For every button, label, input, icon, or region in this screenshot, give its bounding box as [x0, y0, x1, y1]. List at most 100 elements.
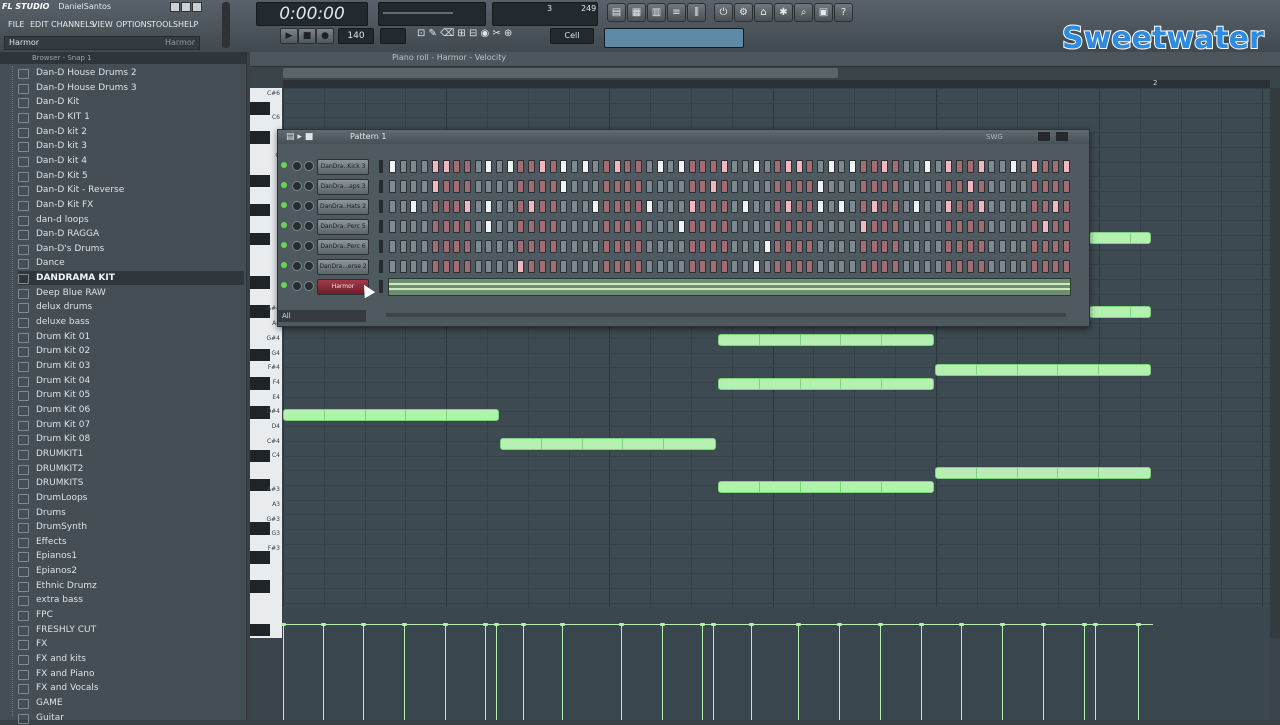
browser-item[interactable]: Drum Kit 08: [18, 432, 244, 446]
step-button[interactable]: [977, 240, 985, 253]
step-button[interactable]: [763, 240, 771, 253]
step-button[interactable]: [945, 180, 953, 193]
step-button[interactable]: [924, 160, 931, 173]
channel-knob[interactable]: [304, 161, 314, 171]
step-button[interactable]: [1052, 260, 1060, 273]
step-button[interactable]: [431, 240, 439, 253]
tool-icons[interactable]: ⊡ ✎ ⌫ ⊞ ⊟ ◉ ✂ ⊕: [417, 28, 512, 39]
step-button[interactable]: [870, 180, 878, 193]
browser-item[interactable]: Dan-D kit 4: [18, 154, 244, 168]
step-button[interactable]: [1009, 180, 1017, 193]
step-button[interactable]: [506, 200, 514, 213]
step-button[interactable]: [859, 240, 867, 253]
step-button[interactable]: [1063, 200, 1071, 213]
browser-item[interactable]: Drum Kit 01: [18, 330, 244, 344]
step-button[interactable]: [581, 240, 589, 253]
step-button[interactable]: [720, 240, 728, 253]
step-button[interactable]: [956, 220, 964, 233]
step-button[interactable]: [453, 160, 461, 173]
channel-knob[interactable]: [304, 201, 314, 211]
browser-item[interactable]: Drum Kit 04: [18, 374, 244, 388]
step-button[interactable]: [410, 240, 418, 253]
pattern-selector[interactable]: [380, 28, 406, 44]
browser-item[interactable]: Dan-D House Drums 3: [18, 81, 244, 95]
piano-roll-icon[interactable]: ▥: [647, 3, 666, 22]
browser-item[interactable]: Deep Blue RAW: [18, 286, 244, 300]
step-button[interactable]: [827, 260, 835, 273]
step-button[interactable]: [720, 160, 728, 173]
menu-options[interactable]: OPTIONS: [116, 20, 152, 29]
step-button[interactable]: [731, 200, 739, 213]
step-button[interactable]: [528, 200, 536, 213]
step-button[interactable]: [645, 260, 653, 273]
step-button[interactable]: [656, 200, 664, 213]
midi-note[interactable]: [500, 438, 716, 450]
velocity-bar[interactable]: [961, 624, 962, 720]
step-button[interactable]: [592, 160, 600, 173]
step-button[interactable]: [710, 160, 717, 173]
step-button[interactable]: [763, 180, 771, 193]
step-button[interactable]: [399, 180, 407, 193]
step-button[interactable]: [731, 240, 739, 253]
step-button[interactable]: [421, 220, 429, 233]
step-button[interactable]: [1052, 220, 1060, 233]
step-button[interactable]: [806, 160, 814, 173]
browser-item[interactable]: Effects: [18, 535, 244, 549]
step-button[interactable]: [742, 240, 750, 253]
step-button[interactable]: [763, 200, 771, 213]
browser-item[interactable]: Drum Kit 03: [18, 359, 244, 373]
step-button[interactable]: [613, 240, 621, 253]
midi-note[interactable]: [718, 334, 934, 346]
step-button[interactable]: [838, 180, 846, 193]
channel-select-light[interactable]: [379, 200, 383, 213]
step-button[interactable]: [891, 240, 899, 253]
velocity-bar[interactable]: [323, 624, 324, 720]
velocity-lane[interactable]: [281, 607, 1270, 720]
channel-select-light[interactable]: [379, 180, 383, 193]
step-button[interactable]: [603, 200, 610, 213]
step-button[interactable]: [859, 260, 867, 273]
step-button[interactable]: [549, 200, 557, 213]
step-button[interactable]: [710, 200, 717, 213]
step-button[interactable]: [849, 160, 857, 173]
step-button[interactable]: [389, 260, 396, 273]
step-button[interactable]: [645, 160, 653, 173]
step-button[interactable]: [774, 220, 782, 233]
step-button[interactable]: [1031, 160, 1038, 173]
menu-channels[interactable]: CHANNELS: [51, 20, 95, 29]
step-button[interactable]: [635, 220, 643, 233]
step-button[interactable]: [806, 220, 814, 233]
black-key[interactable]: [250, 276, 270, 289]
step-button[interactable]: [538, 200, 546, 213]
step-button[interactable]: [431, 220, 439, 233]
step-button[interactable]: [859, 220, 867, 233]
step-button[interactable]: [656, 180, 664, 193]
graph-editor-icon[interactable]: [1038, 132, 1050, 141]
step-button[interactable]: [795, 160, 803, 173]
step-button[interactable]: [463, 160, 471, 173]
step-button[interactable]: [945, 260, 953, 273]
step-button[interactable]: [870, 220, 878, 233]
step-button[interactable]: [774, 160, 782, 173]
step-button[interactable]: [528, 240, 536, 253]
step-button[interactable]: [431, 200, 439, 213]
step-button[interactable]: [538, 220, 546, 233]
step-button[interactable]: [913, 180, 921, 193]
step-button[interactable]: [710, 240, 717, 253]
step-button[interactable]: [913, 220, 921, 233]
step-button[interactable]: [966, 200, 974, 213]
browser-item[interactable]: FX and Piano: [18, 667, 244, 681]
step-button[interactable]: [485, 160, 493, 173]
step-button[interactable]: [752, 180, 760, 193]
step-button[interactable]: [453, 180, 461, 193]
help-icon[interactable]: ?: [834, 3, 853, 22]
step-button[interactable]: [934, 180, 942, 193]
step-button[interactable]: [891, 200, 899, 213]
step-button[interactable]: [870, 240, 878, 253]
step-button[interactable]: [677, 160, 685, 173]
step-button[interactable]: [838, 220, 846, 233]
step-button[interactable]: [913, 260, 921, 273]
step-button[interactable]: [603, 240, 610, 253]
step-button[interactable]: [517, 240, 525, 253]
step-button[interactable]: [806, 200, 814, 213]
